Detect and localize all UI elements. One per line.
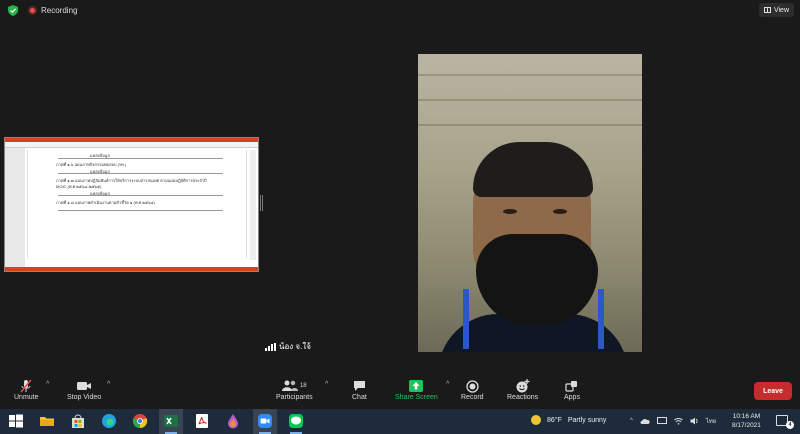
doc-rule bbox=[58, 195, 223, 196]
signal-bars-icon bbox=[265, 342, 276, 351]
background-stripe bbox=[418, 74, 642, 76]
input-language[interactable]: ไทย bbox=[706, 416, 717, 426]
shared-document-page: แหล่งข้อมูล ภาพที่ ๑.๖ แผนภาพกิจกรรมทดสอ… bbox=[27, 150, 247, 258]
wifi-icon[interactable] bbox=[673, 417, 683, 425]
excel-icon[interactable] bbox=[163, 413, 179, 429]
participant-eye bbox=[553, 209, 567, 214]
chat-label: Chat bbox=[352, 394, 367, 401]
leave-button[interactable]: Leave bbox=[754, 382, 792, 400]
doc-line: MOIC (พ.ศ.๒๕๖๔-๒๕๖๕) bbox=[56, 184, 102, 189]
video-camera-icon bbox=[76, 378, 92, 394]
monitor-icon[interactable] bbox=[656, 417, 667, 425]
recording-label: Recording bbox=[41, 6, 78, 15]
file-explorer-icon[interactable] bbox=[39, 413, 55, 429]
share-options-chevron-icon[interactable]: ^ bbox=[446, 381, 449, 388]
weather-widget[interactable]: 86°F Partly sunny bbox=[531, 415, 606, 425]
meeting-toolbar: Unmute ^ Stop Video ^ 18 Participants ^ bbox=[0, 375, 800, 409]
system-tray: ^ ไทย bbox=[630, 416, 716, 426]
participant-video[interactable] bbox=[418, 54, 642, 352]
apps-label: Apps bbox=[564, 394, 580, 401]
shared-ribbon bbox=[5, 142, 258, 148]
meeting-stage: Recording View แหล่งข้อมูล ภาพที่ ๑.๖ แผ… bbox=[0, 0, 800, 375]
clock-date: 8/17/2021 bbox=[732, 422, 761, 429]
smiley-icon bbox=[516, 378, 530, 394]
cloud-icon[interactable] bbox=[640, 418, 650, 425]
participants-icon: 18 bbox=[281, 378, 307, 394]
share-screen-icon bbox=[409, 378, 424, 394]
microphone-muted-icon bbox=[19, 378, 33, 394]
record-label: Record bbox=[461, 394, 484, 401]
video-options-chevron-icon[interactable]: ^ bbox=[107, 381, 110, 388]
notification-count-badge: 4 bbox=[786, 421, 794, 429]
doc-rule bbox=[58, 210, 223, 211]
doc-rule bbox=[58, 173, 223, 174]
stop-video-label: Stop Video bbox=[67, 394, 102, 401]
clock-time: 10:16 AM bbox=[732, 413, 761, 420]
apps-icon bbox=[565, 378, 578, 394]
shared-statusbar bbox=[5, 267, 258, 271]
share-screen-label: Share Screen bbox=[395, 394, 438, 401]
line-app-icon[interactable] bbox=[288, 413, 304, 429]
partly-sunny-icon bbox=[531, 415, 541, 425]
acrobat-pdf-icon[interactable] bbox=[194, 413, 210, 429]
doc-line: ภาพที่ ๑.๖ แผนภาพกิจกรรมทดสอบ (รพ.) bbox=[56, 162, 127, 167]
reactions-label: Reactions bbox=[507, 394, 539, 401]
record-icon bbox=[466, 378, 479, 394]
chat-button[interactable]: Chat bbox=[352, 378, 367, 401]
participants-label: Participants bbox=[276, 394, 313, 401]
shared-scrollbar bbox=[250, 150, 256, 260]
unmute-label: Unmute bbox=[14, 394, 39, 401]
apps-button[interactable]: Apps bbox=[564, 378, 580, 401]
unmute-button[interactable]: Unmute bbox=[14, 378, 39, 401]
background-stripe bbox=[418, 124, 642, 126]
record-dot-icon bbox=[28, 6, 37, 15]
stop-video-button[interactable]: Stop Video bbox=[67, 378, 101, 401]
speaker-icon[interactable] bbox=[690, 417, 699, 425]
weather-temperature: 86°F bbox=[547, 416, 562, 424]
shield-icon[interactable] bbox=[8, 5, 18, 16]
participants-count: 18 bbox=[299, 383, 307, 389]
lanyard bbox=[598, 289, 604, 349]
doc-line: ภาพที่ ๑.๘ แผนภาพดำเนินงานตามตัวชี้วัด ๑… bbox=[56, 200, 155, 205]
share-screen-button[interactable]: Share Screen bbox=[395, 378, 438, 401]
recording-indicator[interactable]: Recording bbox=[28, 6, 77, 15]
doc-rule bbox=[58, 158, 223, 159]
participants-options-chevron-icon[interactable]: ^ bbox=[325, 381, 328, 388]
participant-name-tag: น้อง จ.ใจ้ bbox=[265, 340, 311, 353]
edge-browser-icon[interactable] bbox=[101, 413, 117, 429]
participant-hair bbox=[473, 142, 593, 197]
audio-options-chevron-icon[interactable]: ^ bbox=[46, 381, 49, 388]
chrome-browser-icon[interactable] bbox=[132, 413, 148, 429]
windows-start-icon[interactable] bbox=[8, 413, 24, 429]
windows-taskbar: 86°F Partly sunny ^ ไทย 10:16 AM 8/17/20… bbox=[0, 409, 800, 434]
view-button[interactable]: View bbox=[758, 3, 794, 17]
show-hidden-icons-chevron-icon[interactable]: ^ bbox=[630, 418, 633, 424]
view-label: View bbox=[773, 6, 789, 14]
weather-description: Partly sunny bbox=[567, 416, 607, 424]
background-stripe bbox=[418, 99, 642, 101]
microsoft-store-icon[interactable] bbox=[70, 413, 86, 429]
shared-screen[interactable]: แหล่งข้อมูล ภาพที่ ๑.๖ แผนภาพกิจกรรมทดสอ… bbox=[4, 137, 259, 272]
lanyard bbox=[463, 289, 469, 349]
paint-drop-icon[interactable] bbox=[225, 413, 241, 429]
top-status-bar: Recording bbox=[8, 5, 77, 16]
grid-view-icon bbox=[763, 7, 771, 13]
record-button[interactable]: Record bbox=[461, 378, 484, 401]
face-mask bbox=[476, 234, 598, 326]
zoom-app-icon[interactable] bbox=[257, 413, 273, 429]
participant-eye bbox=[503, 209, 517, 214]
reactions-button[interactable]: Reactions bbox=[507, 378, 538, 401]
split-resize-handle[interactable] bbox=[260, 195, 263, 211]
taskbar-clock[interactable]: 10:16 AM 8/17/2021 bbox=[732, 412, 761, 430]
participants-button[interactable]: 18 Participants bbox=[276, 378, 313, 401]
participant-name: น้อง จ.ใจ้ bbox=[279, 342, 311, 351]
shared-navigation-pane bbox=[5, 148, 25, 270]
chat-bubble-icon bbox=[353, 378, 366, 394]
